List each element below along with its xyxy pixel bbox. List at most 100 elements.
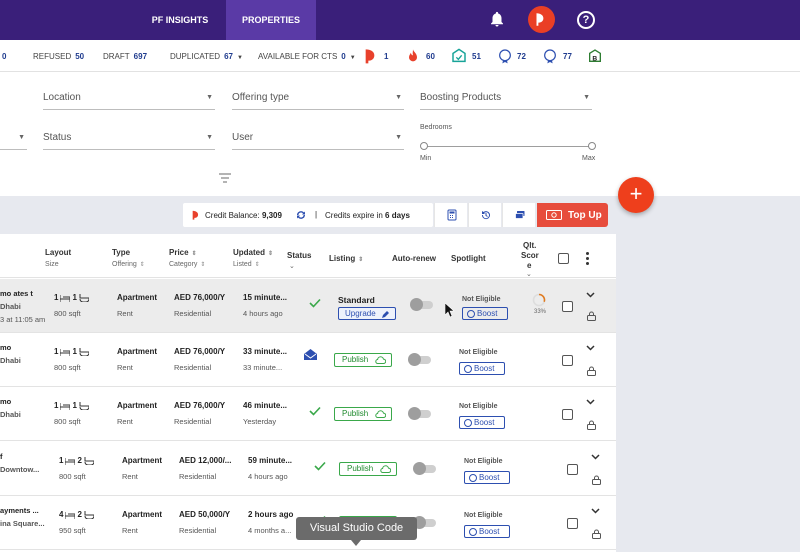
spotlight-status: Not Eligible [462, 296, 501, 303]
featured-badge-icon[interactable] [542, 48, 558, 64]
stat-duplicated[interactable]: DUPLICATED 67 ▼ [170, 52, 243, 61]
table-row[interactable]: mo Dhabi 1 1 800 sqft Apartment Rent AED 76,000… [0, 333, 616, 387]
offering-type: Rent [117, 363, 133, 372]
chevron-down-icon[interactable] [591, 454, 600, 460]
stat-draft[interactable]: DRAFT 697 [103, 52, 147, 61]
lock-icon[interactable] [592, 475, 601, 485]
b-badge-icon[interactable]: B [587, 48, 603, 64]
flame-icon[interactable] [405, 48, 421, 64]
quality-score-value: 33% [534, 309, 547, 315]
sort-icon[interactable]: ⌄ [289, 262, 295, 270]
stat-first[interactable]: 0 [0, 52, 6, 61]
row-checkbox[interactable] [562, 355, 573, 366]
pf-logo-icon[interactable] [363, 48, 379, 64]
row-checkbox[interactable] [562, 409, 573, 420]
chevron-down-icon: ▼ [395, 134, 402, 141]
lock-icon[interactable] [587, 366, 596, 376]
table-row[interactable]: mo ates t Dhabi 3 at 11:05 am 1 1 800 sqft Apa… [0, 279, 616, 333]
boost-button[interactable]: Boost [459, 362, 505, 375]
sort-icon: ⇕ [191, 251, 197, 257]
calculator-button[interactable] [434, 203, 467, 227]
updated-time: 2 hours ago [248, 510, 294, 519]
auto-renew-toggle[interactable] [413, 516, 436, 529]
offering-type-select[interactable]: Offering type ▼ [232, 90, 404, 110]
listing-title[interactable]: mo [0, 343, 11, 352]
check-icon [314, 461, 326, 471]
bedrooms-slider-track[interactable] [424, 146, 592, 147]
location-select[interactable]: Location ▼ [43, 90, 215, 110]
row-checkbox[interactable] [567, 518, 578, 529]
row-checkbox[interactable] [562, 301, 573, 312]
auto-renew-toggle[interactable] [408, 353, 431, 366]
listing-title[interactable]: mo [0, 397, 11, 406]
stat-available-cts[interactable]: AVAILABLE FOR CTS 0 ▼ [258, 52, 356, 61]
bed-icon [65, 511, 76, 519]
bedrooms-max-handle[interactable] [588, 142, 596, 150]
lock-icon[interactable] [592, 529, 601, 539]
hidden-left-select[interactable]: ▼ [0, 130, 27, 150]
publish-button[interactable]: Publish [339, 462, 397, 476]
stat-refused[interactable]: REFUSED 50 [33, 52, 84, 61]
bath-icon [84, 456, 94, 465]
user-avatar[interactable] [528, 6, 555, 33]
listing-size: 800 sqft [59, 472, 86, 481]
cash-icon [546, 210, 562, 220]
chevron-down-icon: ▼ [237, 55, 243, 61]
listings-table: Layout Size Type Offering ⇕ Price ⇕ Catego… [0, 234, 616, 552]
sort-icon: ⇕ [358, 257, 364, 263]
boost-button[interactable]: Boost [462, 307, 508, 320]
listing-date: 3 at 11:05 am [0, 315, 46, 324]
boosting-products-select[interactable]: Boosting Products ▼ [420, 90, 592, 110]
help-icon[interactable]: ? [577, 11, 595, 29]
status-select[interactable]: Status ▼ [43, 130, 215, 150]
user-select[interactable]: User ▼ [232, 130, 404, 150]
table-row[interactable]: mo Dhabi 1 1 800 sqft Apartment Rent AED 76,000… [0, 387, 616, 441]
bedrooms-min-handle[interactable] [420, 142, 428, 150]
table-row[interactable]: f Downtow... 1 2 800 sqft Apartment Rent AED 12… [0, 442, 616, 496]
spotlight-status: Not Eligible [464, 458, 503, 465]
chevron-down-icon[interactable] [586, 399, 595, 405]
chevron-down-icon[interactable] [586, 292, 595, 298]
premium-badge-icon[interactable] [497, 48, 513, 64]
auto-renew-toggle[interactable] [408, 407, 431, 420]
chevron-down-icon[interactable] [591, 508, 600, 514]
publish-button[interactable]: Publish [334, 407, 392, 421]
boost-button[interactable]: Boost [464, 471, 510, 484]
listing-title[interactable]: ayments ... [0, 506, 39, 515]
calculator-icon [447, 209, 457, 221]
refresh-icon[interactable] [295, 209, 307, 221]
bedrooms-label: Bedrooms [420, 124, 452, 131]
boost-button[interactable]: Boost [464, 525, 510, 538]
verified-home-icon[interactable] [451, 48, 467, 64]
top-nav: PF INSIGHTS PROPERTIES ? [0, 0, 800, 40]
auto-renew-toggle[interactable] [410, 298, 433, 311]
publish-button[interactable]: Publish [334, 353, 392, 367]
row-checkbox[interactable] [567, 464, 578, 475]
tab-pf-insights[interactable]: PF INSIGHTS [135, 0, 225, 40]
add-listing-button[interactable]: + [618, 177, 654, 213]
bell-icon[interactable] [488, 10, 506, 28]
listing-size: 800 sqft [54, 363, 81, 372]
listing-title[interactable]: f [0, 452, 3, 461]
listing-size: 800 sqft [54, 309, 81, 318]
history-button[interactable] [468, 203, 501, 227]
credit-expiry-value: 6 days [385, 211, 410, 220]
upgrade-button[interactable]: Upgrade [338, 307, 396, 320]
lock-icon[interactable] [587, 420, 596, 430]
top-up-button[interactable]: Top Up [537, 203, 608, 227]
select-all-checkbox[interactable] [558, 253, 569, 264]
listing-title[interactable]: mo ates t [0, 289, 33, 298]
payment-button[interactable] [502, 203, 535, 227]
sort-icon[interactable]: ⌄ [526, 270, 532, 278]
listing-price: AED 76,000/Y [174, 401, 226, 410]
chevron-down-icon[interactable] [586, 345, 595, 351]
boost-button[interactable]: Boost [459, 416, 505, 429]
filter-toggle-icon[interactable] [219, 173, 231, 183]
bath-icon [79, 293, 89, 302]
cloud-upload-icon [380, 465, 391, 473]
tab-properties[interactable]: PROPERTIES [226, 0, 316, 40]
auto-renew-toggle[interactable] [413, 462, 436, 475]
lock-icon[interactable] [587, 311, 596, 321]
updated-time: 59 minute... [248, 456, 293, 465]
more-options-icon[interactable] [586, 252, 589, 267]
